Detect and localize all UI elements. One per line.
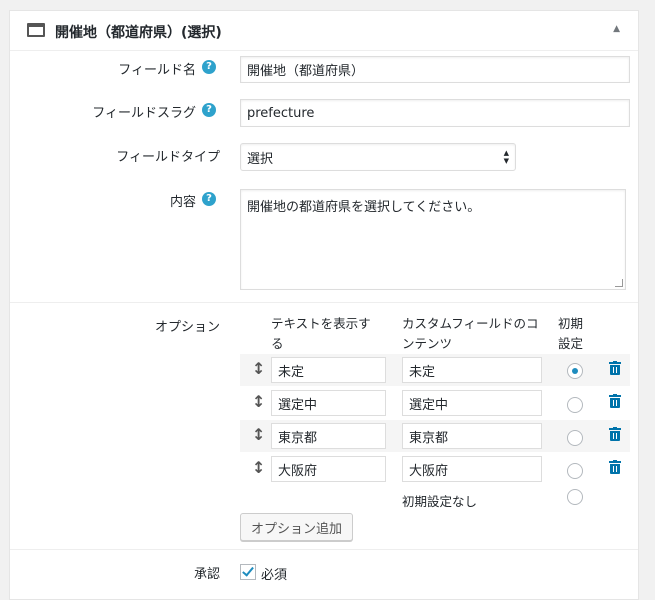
field-panel: 開催地（都道府県）(選択) ▲ フィールド名 ? 開催地（都道府県） フィールド… — [9, 10, 639, 600]
field-type-select[interactable]: 選択 ▲ ▼ — [240, 143, 516, 171]
check-icon — [242, 564, 254, 577]
panel-title: 開催地（都道府県）(選択) — [55, 25, 222, 41]
help-icon[interactable]: ? — [202, 60, 216, 74]
field-slug-label: フィールドスラグ — [92, 106, 196, 121]
content-textarea[interactable]: 開催地の都道府県を選択してください。 — [240, 189, 626, 290]
drag-handle-icon[interactable]: ↕ — [252, 458, 265, 477]
option-content-input[interactable]: 選定中 — [402, 390, 542, 416]
drag-handle-icon[interactable]: ↕ — [252, 425, 265, 444]
drag-handle-icon[interactable]: ↕ — [252, 359, 265, 378]
options-label: オプション — [154, 320, 220, 335]
default-radio[interactable] — [567, 363, 583, 379]
drag-handle-icon[interactable]: ↕ — [252, 392, 265, 411]
window-icon — [27, 23, 45, 37]
trash-icon[interactable] — [609, 427, 621, 441]
default-radio[interactable] — [567, 463, 583, 479]
content-text: 開催地の都道府県を選択してください。 — [247, 200, 481, 215]
option-row: ↕ 選定中 選定中 — [240, 387, 630, 419]
option-content-input[interactable]: 東京都 — [402, 423, 542, 449]
option-text-input[interactable]: 東京都 — [271, 423, 386, 449]
option-row: ↕ 未定 未定 — [240, 354, 630, 386]
divider — [10, 302, 638, 303]
divider — [10, 549, 638, 550]
field-type-value: 選択 — [247, 151, 274, 167]
field-name-label: フィールド名 — [118, 63, 196, 78]
approval-label: 承認 — [193, 567, 220, 582]
option-text-input[interactable]: 選定中 — [271, 390, 386, 416]
field-name-input[interactable]: 開催地（都道府県） — [240, 56, 630, 83]
default-radio[interactable] — [567, 430, 583, 446]
trash-icon[interactable] — [609, 394, 621, 408]
help-icon[interactable]: ? — [202, 103, 216, 117]
help-icon[interactable]: ? — [202, 192, 216, 206]
default-radio[interactable] — [567, 397, 583, 413]
field-type-label: フィールドタイプ — [116, 150, 220, 165]
option-row: ↕ 大阪府 大阪府 — [240, 453, 630, 485]
panel-header[interactable]: 開催地（都道府県）(選択) ▲ — [10, 11, 638, 51]
select-arrows-icon: ▲ ▼ — [503, 149, 509, 165]
option-row: ↕ 東京都 東京都 — [240, 420, 630, 452]
required-label[interactable]: 必須 — [261, 564, 287, 583]
col-head-text: テキストを表示する — [271, 316, 371, 351]
option-text-input[interactable]: 大阪府 — [271, 456, 386, 482]
option-content-input[interactable]: 大阪府 — [402, 456, 542, 482]
field-slug-input[interactable]: prefecture — [240, 99, 630, 127]
option-content-input[interactable]: 未定 — [402, 357, 542, 383]
no-default-radio[interactable] — [567, 489, 583, 505]
trash-icon[interactable] — [609, 361, 621, 375]
trash-icon[interactable] — [609, 460, 621, 474]
col-head-default: 初期設定 — [558, 316, 584, 351]
collapse-icon[interactable]: ▲ — [613, 24, 620, 34]
resize-grip-icon[interactable] — [615, 279, 623, 287]
col-head-content: カスタムフィールドのコンテンツ — [402, 316, 539, 351]
add-option-button[interactable]: オプション追加 — [240, 513, 353, 541]
option-text-input[interactable]: 未定 — [271, 357, 386, 383]
no-default-label: 初期設定なし — [402, 494, 478, 509]
content-label: 内容 — [169, 195, 196, 210]
required-checkbox[interactable] — [240, 564, 256, 580]
